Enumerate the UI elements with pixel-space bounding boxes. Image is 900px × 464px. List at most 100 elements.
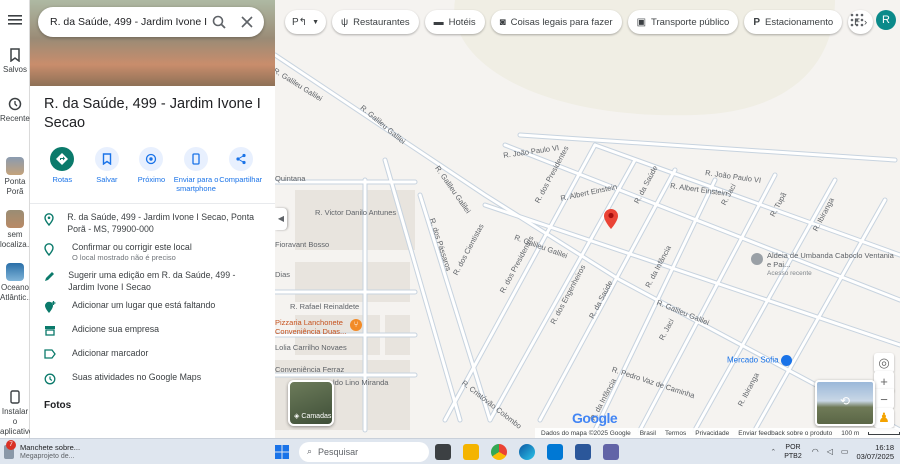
file-explorer-icon[interactable]	[463, 443, 479, 460]
add-location-icon	[45, 301, 56, 313]
place-panel: R. da Saúde, 499 - Jardim Ivone I Se R. …	[30, 0, 275, 438]
activity-row[interactable]: Suas atividades no Google Maps	[30, 368, 275, 392]
map-type-toggle[interactable]: P↰ ▼	[285, 10, 326, 34]
restaurant-icon[interactable]: ⑂	[350, 319, 362, 331]
nearby-button[interactable]: Próximo	[129, 147, 174, 193]
camera-icon: ◙	[499, 16, 506, 28]
country-link[interactable]: Brasil	[640, 430, 656, 437]
chip-label: Estacionamento	[765, 16, 834, 28]
phone-icon	[10, 390, 20, 404]
save-button[interactable]: Salvar	[85, 147, 130, 193]
bookmark-icon	[102, 153, 112, 165]
feedback-link[interactable]: Enviar feedback sobre o produto	[738, 430, 832, 437]
share-button[interactable]: Compartilhar	[218, 147, 263, 193]
confirm-text: Confirmar ou corrigir este local	[72, 242, 192, 252]
street-view-preview[interactable]: ⟲	[815, 380, 875, 426]
clock[interactable]: 16:18 03/07/2025	[856, 443, 894, 461]
layers-button[interactable]: ◈ Camadas	[288, 380, 334, 426]
poi-conveniencia[interactable]: Conveniência Ferraz	[275, 365, 344, 374]
rail-install-label: Instalar o aplicativo	[0, 407, 34, 436]
rail-saved[interactable]: Salvos	[0, 48, 30, 75]
rail-install-app[interactable]: Instalar o aplicativo	[0, 390, 34, 437]
wifi-icon[interactable]: ◠	[812, 447, 819, 456]
search-box[interactable]: R. da Saúde, 499 - Jardim Ivone I Se	[38, 7, 264, 37]
clock-time: 16:18	[875, 442, 894, 452]
word-icon[interactable]	[575, 443, 591, 460]
rail-recent-ponta-pora[interactable]: Ponta Porã	[0, 157, 30, 197]
taskbar-search-placeholder: Pesquisar	[318, 446, 359, 457]
chip-restaurants[interactable]: ψ Restaurantes	[332, 10, 419, 34]
chip-things-to-do[interactable]: ◙ Coisas legais para fazer	[490, 10, 622, 34]
location-pin-icon[interactable]	[603, 206, 619, 230]
poi-label: Aldeia de Umbanda Caboclo Ventania e Pai…	[767, 251, 894, 269]
chip-transit[interactable]: ▣ Transporte público	[627, 10, 739, 34]
pencil-icon	[45, 272, 54, 281]
rail-item-label: sem localiza…	[0, 230, 35, 249]
nearby-label: Próximo	[137, 175, 166, 184]
apps-grid-icon[interactable]	[850, 13, 864, 27]
edge-icon[interactable]	[519, 443, 535, 460]
bus-icon: ▣	[636, 16, 647, 28]
address-row[interactable]: R. da Saúde, 499 - Jardim Ivone I Secao,…	[30, 208, 275, 238]
clock-date: 03/07/2025	[856, 451, 894, 461]
suggest-edit-row[interactable]: Sugerir uma edição em R. da Saúde, 499 -…	[30, 266, 275, 296]
privacy-link[interactable]: Privacidade	[695, 430, 729, 437]
zoom-in-button[interactable]: +	[874, 371, 894, 391]
suggest-text: Sugerir uma edição em R. da Saúde, 499 -…	[68, 270, 236, 292]
chrome-icon[interactable]	[491, 443, 507, 460]
place-of-worship-icon[interactable]	[751, 253, 763, 265]
menu-icon[interactable]	[0, 14, 30, 29]
poi-label: Mercado Sofia	[727, 355, 779, 365]
chip-hotels[interactable]: ▬ Hotéis	[424, 10, 485, 34]
chip-parking[interactable]: P Estacionamento	[744, 10, 843, 34]
tray-chevron-icon[interactable]: ⌃	[770, 448, 776, 456]
rail-recent[interactable]: Recentes	[0, 97, 34, 124]
poi-mercado[interactable]: Mercado Sofia	[727, 355, 792, 366]
my-location-icon[interactable]: ◎	[874, 353, 894, 373]
windows-start-icon[interactable]	[275, 444, 289, 459]
parking-icon: P	[753, 16, 761, 28]
search-input[interactable]: R. da Saúde, 499 - Jardim Ivone I Se	[50, 16, 208, 28]
volume-icon[interactable]: ◁	[827, 447, 833, 456]
close-icon[interactable]	[236, 11, 258, 33]
add-place-row[interactable]: Adicionar um lugar que está faltando	[30, 296, 275, 320]
language-indicator[interactable]: POR PTB2	[784, 443, 802, 461]
search-icon[interactable]	[208, 11, 230, 33]
map-graphics	[275, 0, 900, 433]
thumbnail	[6, 157, 24, 175]
store-icon	[45, 326, 55, 336]
pegman-icon[interactable]: ♟	[874, 408, 894, 428]
directions-button[interactable]: Rotas	[40, 147, 85, 193]
zoom-out-button[interactable]: −	[874, 389, 894, 409]
street-label: ldo Lino Miranda	[333, 378, 389, 387]
chip-label: Restaurantes	[353, 16, 410, 28]
collapse-panel-button[interactable]: ◀	[275, 208, 287, 230]
terms-link[interactable]: Termos	[665, 430, 686, 437]
rail-recent-ocean[interactable]: Oceano Atlântic…	[0, 263, 34, 303]
confirm-location-row[interactable]: Confirmar ou corrigir este local O local…	[30, 238, 275, 266]
news-thumbnail[interactable]: 7	[4, 439, 16, 459]
rotate-icon: ⟲	[839, 394, 851, 408]
add-business-row[interactable]: Adicione sua empresa	[30, 320, 275, 344]
send-to-phone-button[interactable]: Enviar para o smartphone	[173, 147, 219, 193]
map-canvas[interactable]: R. João Paulo VI R. Albert Einstein R. J…	[275, 0, 900, 438]
rail-recent-no-location[interactable]: sem localiza…	[0, 210, 35, 250]
send-to-phone-label: Enviar para o smartphone	[173, 175, 219, 193]
street-label: Dias	[275, 270, 291, 279]
account-avatar[interactable]: R	[876, 10, 896, 30]
rail-saved-label: Salvos	[2, 65, 27, 74]
battery-icon[interactable]: ▭	[841, 447, 849, 456]
app-icon[interactable]	[603, 443, 619, 460]
taskbar-search[interactable]: ⌕ Pesquisar	[299, 441, 429, 462]
poi-aldeia[interactable]: Aldeia de Umbanda Caboclo Ventania e Pai…	[767, 251, 897, 278]
scale-label[interactable]: 100 m	[841, 430, 859, 437]
phone-icon	[192, 153, 200, 165]
street-label: Fioravant Bosso	[275, 240, 330, 249]
task-view-icon[interactable]	[435, 443, 451, 460]
chevron-right-icon: ›	[863, 16, 868, 28]
add-label-row[interactable]: Adicionar marcador	[30, 344, 275, 368]
street-label: Quintana	[275, 174, 306, 183]
place-photo[interactable]: R. da Saúde, 499 - Jardim Ivone I Se	[30, 0, 275, 86]
store-icon[interactable]	[547, 443, 563, 460]
news-widget[interactable]: Manchete sobre... Megaprojeto de...	[20, 443, 110, 461]
